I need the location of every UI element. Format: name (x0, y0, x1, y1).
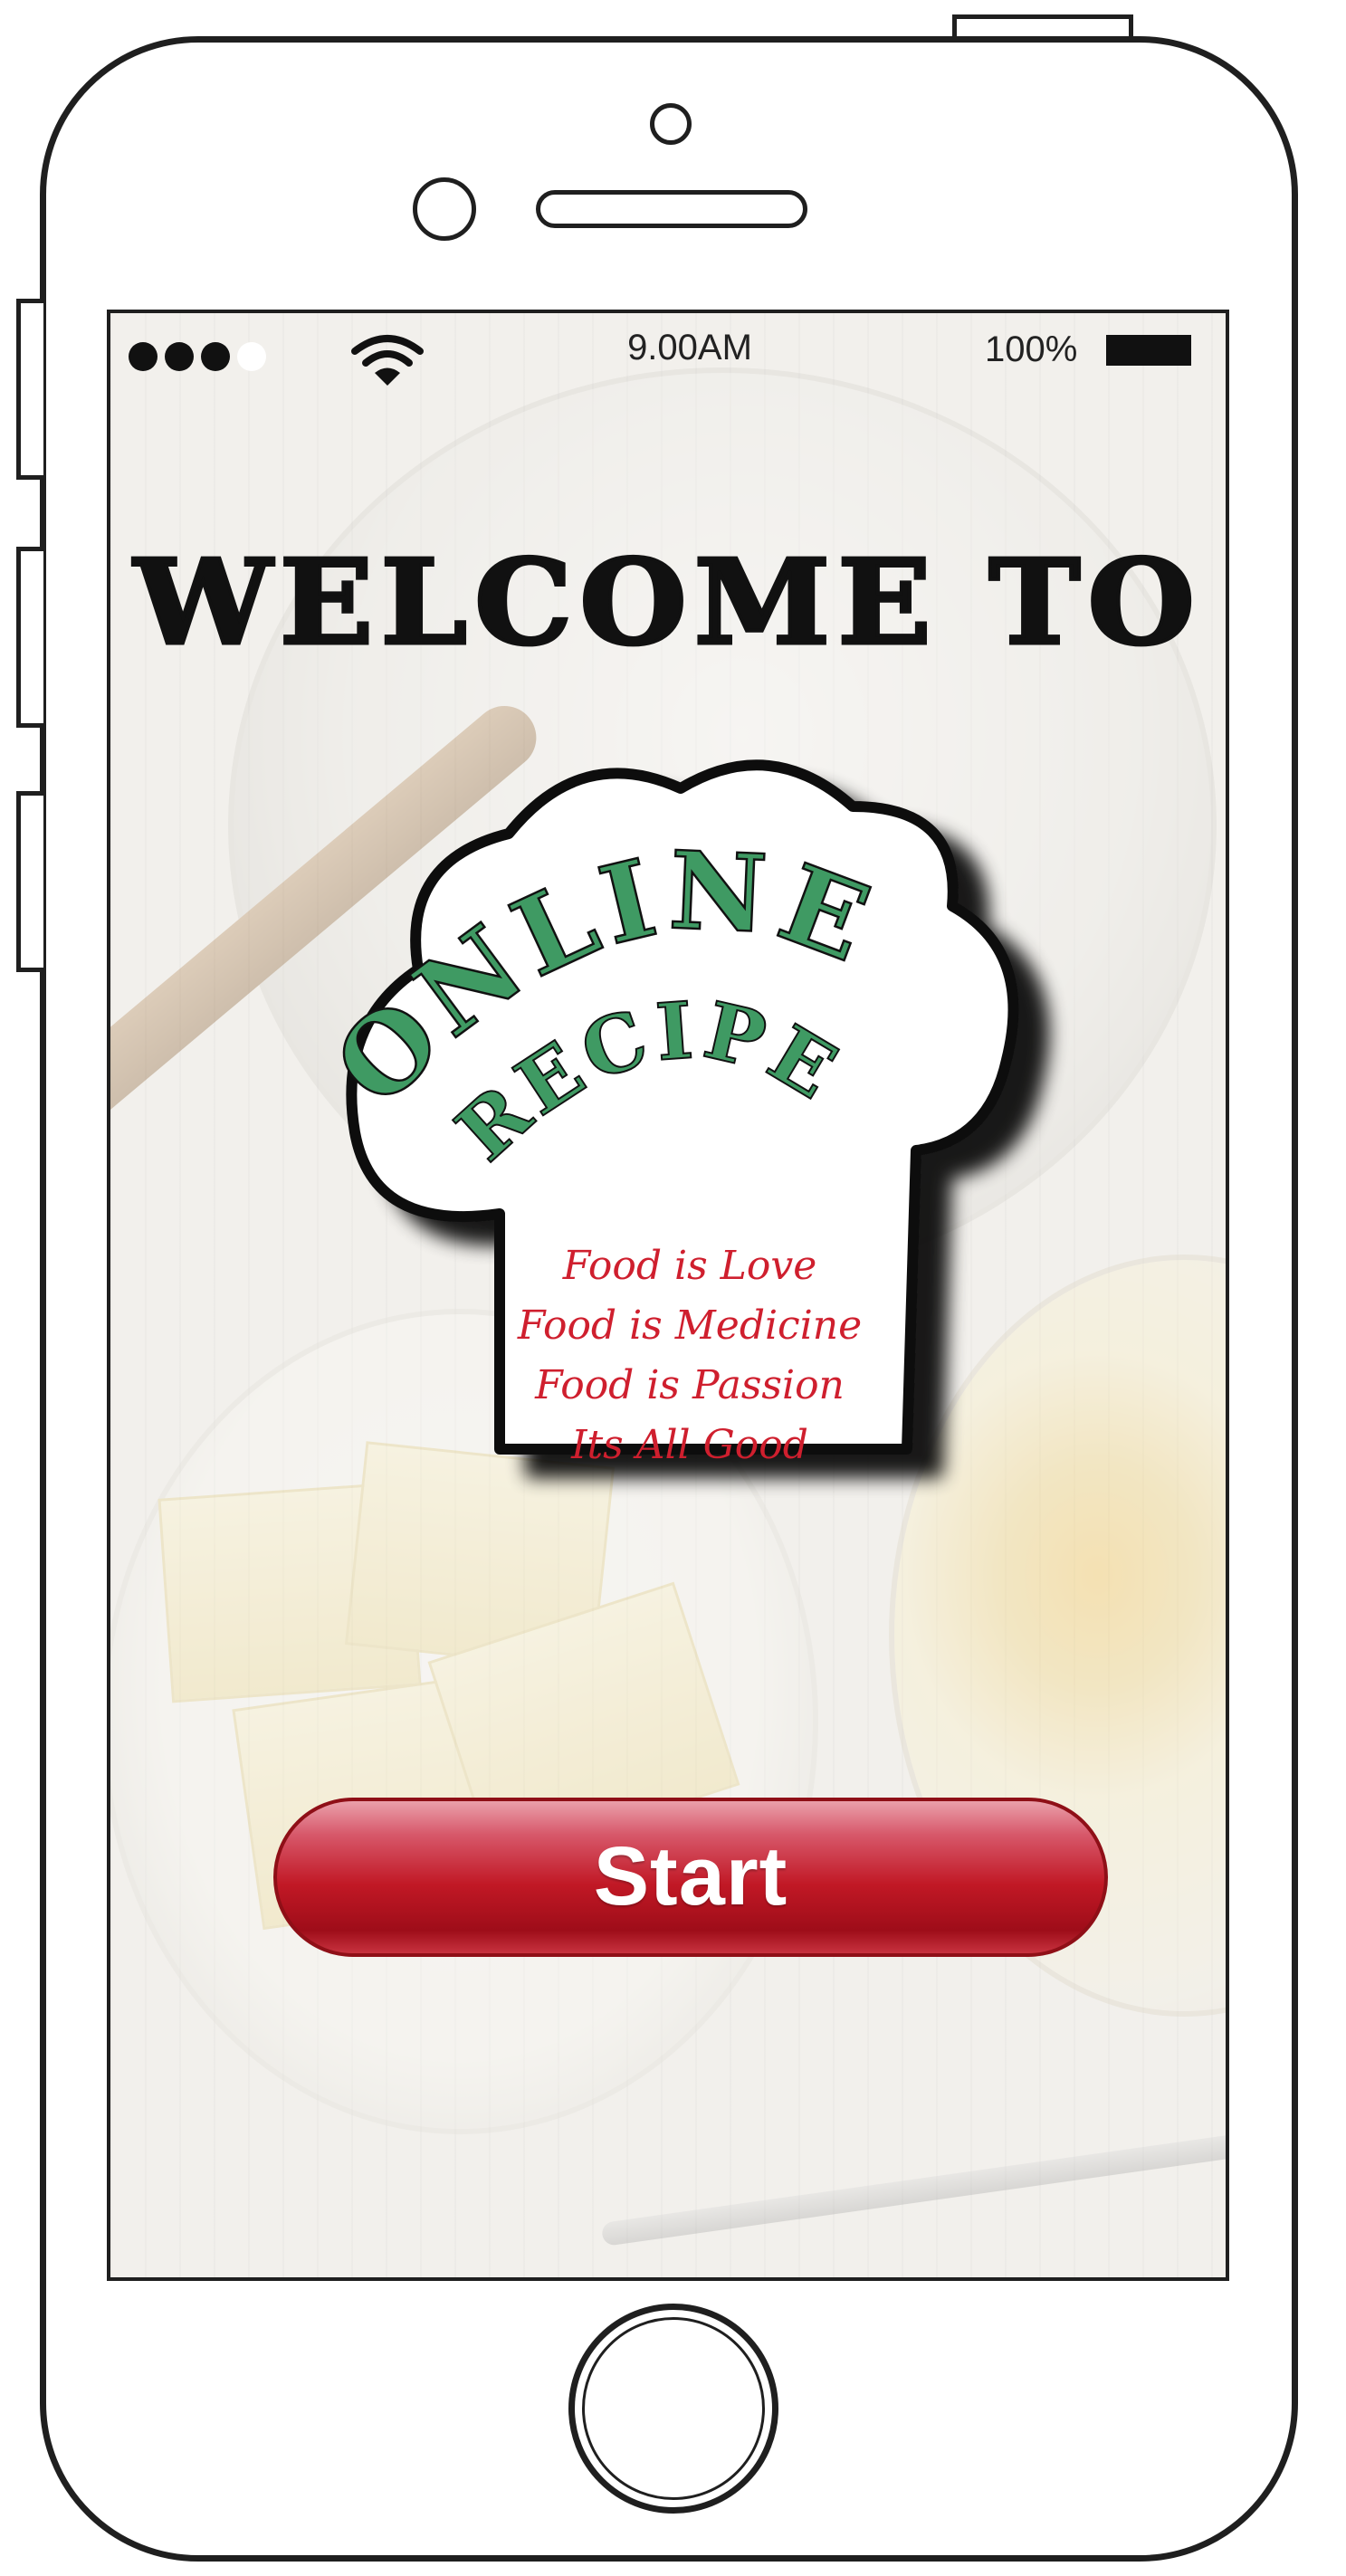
tagline-line: Its All Good (571, 1422, 808, 1468)
wifi-icon (351, 335, 424, 386)
status-time: 9.00AM (627, 328, 752, 367)
home-button[interactable] (568, 2304, 778, 2514)
mute-switch (16, 299, 43, 480)
app-screen: 9.00AM 100% WELCOME TO ONLINE RECIPE Foo… (107, 310, 1229, 2281)
power-button (952, 14, 1133, 36)
start-button[interactable]: Start (273, 1798, 1108, 1957)
tagline-line: Food is Love (562, 1243, 817, 1289)
tagline-line: Food is Passion (535, 1362, 845, 1408)
signal-dot (165, 342, 194, 371)
app-logo: ONLINE RECIPE Food is Love Food is Medic… (310, 725, 1061, 1522)
status-bar: 9.00AM 100% (110, 313, 1226, 386)
signal-dot (129, 342, 158, 371)
signal-dot (201, 342, 230, 371)
battery-icon (1106, 335, 1191, 366)
volume-up-button (16, 547, 43, 728)
battery-percent: 100% (985, 329, 1078, 369)
welcome-heading: WELCOME TO (132, 532, 1202, 673)
earpiece-speaker (536, 190, 807, 228)
proximity-sensor (413, 177, 476, 241)
signal-dot-empty (237, 342, 266, 371)
whisk-image (600, 2132, 1226, 2247)
front-camera (650, 103, 692, 145)
tagline-line: Food is Medicine (517, 1302, 863, 1349)
volume-down-button (16, 791, 43, 972)
